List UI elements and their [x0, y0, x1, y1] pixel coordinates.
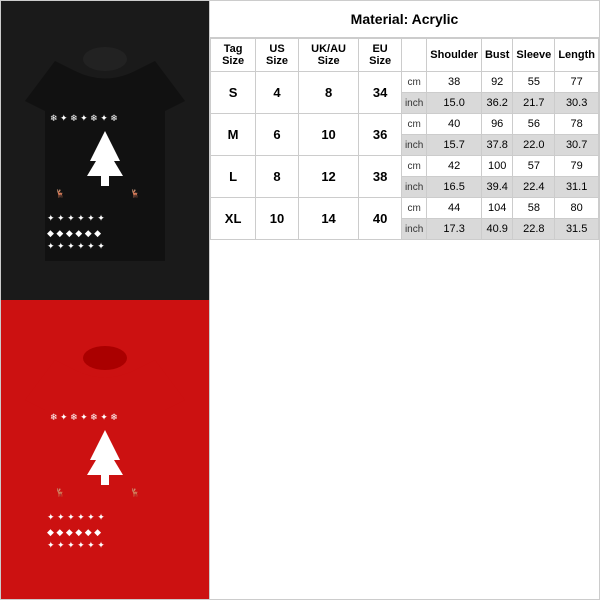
eu-size-cell: 40 — [359, 198, 402, 240]
svg-text:✦ ✦ ✦ ✦ ✦ ✦: ✦ ✦ ✦ ✦ ✦ ✦ — [47, 241, 105, 251]
us-size-cell: 4 — [256, 72, 299, 114]
svg-text:✦ ✦ ✦ ✦ ✦ ✦: ✦ ✦ ✦ ✦ ✦ ✦ — [47, 512, 105, 522]
svg-text:🦌: 🦌 — [130, 487, 140, 497]
inch-shoulder-cell: 17.3 — [427, 219, 482, 240]
cm-bust-cell: 96 — [481, 114, 512, 135]
col-bust: Bust — [481, 39, 512, 72]
table-header-row: Tag Size US Size UK/AU Size EU Size Shou… — [211, 39, 599, 72]
eu-size-cell: 36 — [359, 114, 402, 156]
unit-cm-cell: cm — [401, 198, 426, 219]
unit-inch-cell: inch — [401, 93, 426, 114]
inch-bust-cell: 39.4 — [481, 177, 512, 198]
inch-shoulder-cell: 15.0 — [427, 93, 482, 114]
unit-inch-cell: inch — [401, 135, 426, 156]
inch-sleeve-cell: 22.0 — [513, 135, 555, 156]
unit-inch-cell: inch — [401, 219, 426, 240]
cm-sleeve-cell: 56 — [513, 114, 555, 135]
ukau-size-cell: 12 — [298, 156, 358, 198]
cm-sleeve-cell: 55 — [513, 72, 555, 93]
unit-cm-cell: cm — [401, 114, 426, 135]
col-shoulder: Shoulder — [427, 39, 482, 72]
inch-bust-cell: 40.9 — [481, 219, 512, 240]
cm-shoulder-cell: 44 — [427, 198, 482, 219]
cm-length-cell: 80 — [555, 198, 599, 219]
red-sweater-image: ❄ ✦ ❄ ✦ ❄ ✦ ❄ 🦌 🦌 ✦ ✦ ✦ ✦ ✦ ✦ ◆ ◆ ◆ ◆ ◆ … — [1, 300, 209, 599]
col-us-size: US Size — [256, 39, 299, 72]
cm-bust-cell: 100 — [481, 156, 512, 177]
cm-shoulder-cell: 40 — [427, 114, 482, 135]
inch-bust-cell: 36.2 — [481, 93, 512, 114]
eu-size-cell: 34 — [359, 72, 402, 114]
right-panel: Material: Acrylic Tag Size US Size UK/AU… — [210, 0, 600, 600]
inch-sleeve-cell: 22.4 — [513, 177, 555, 198]
table-row: M61036cm40965678 — [211, 114, 599, 135]
cm-length-cell: 79 — [555, 156, 599, 177]
col-tag-size: Tag Size — [211, 39, 256, 72]
us-size-cell: 6 — [256, 114, 299, 156]
svg-text:🦌: 🦌 — [55, 487, 65, 497]
svg-text:✦ ✦ ✦ ✦ ✦ ✦: ✦ ✦ ✦ ✦ ✦ ✦ — [47, 213, 105, 223]
inch-length-cell: 31.5 — [555, 219, 599, 240]
black-sweater-image: ❄ ✦ ❄ ✦ ❄ ✦ ❄ 🦌 🦌 ✦ ✦ ✦ ✦ ✦ ✦ ◆ ◆ ◆ ◆ ◆ … — [1, 1, 209, 300]
inch-sleeve-cell: 21.7 — [513, 93, 555, 114]
us-size-cell: 10 — [256, 198, 299, 240]
unit-cm-cell: cm — [401, 72, 426, 93]
inch-bust-cell: 37.8 — [481, 135, 512, 156]
cm-length-cell: 78 — [555, 114, 599, 135]
inch-sleeve-cell: 22.8 — [513, 219, 555, 240]
unit-cm-cell: cm — [401, 156, 426, 177]
cm-shoulder-cell: 38 — [427, 72, 482, 93]
table-row: XL101440cm441045880 — [211, 198, 599, 219]
svg-text:◆ ◆ ◆ ◆ ◆ ◆: ◆ ◆ ◆ ◆ ◆ ◆ — [47, 228, 101, 238]
svg-text:✦ ✦ ✦ ✦ ✦ ✦: ✦ ✦ ✦ ✦ ✦ ✦ — [47, 540, 105, 550]
cm-bust-cell: 92 — [481, 72, 512, 93]
inch-shoulder-cell: 16.5 — [427, 177, 482, 198]
cm-shoulder-cell: 42 — [427, 156, 482, 177]
svg-text:🦌: 🦌 — [55, 188, 65, 198]
left-panel: ❄ ✦ ❄ ✦ ❄ ✦ ❄ 🦌 🦌 ✦ ✦ ✦ ✦ ✦ ✦ ◆ ◆ ◆ ◆ ◆ … — [0, 0, 210, 600]
unit-inch-cell: inch — [401, 177, 426, 198]
material-header: Material: Acrylic — [210, 1, 599, 38]
tag-size-cell: M — [211, 114, 256, 156]
inch-length-cell: 31.1 — [555, 177, 599, 198]
table-row: L81238cm421005779 — [211, 156, 599, 177]
tag-size-cell: XL — [211, 198, 256, 240]
col-unit — [401, 39, 426, 72]
col-eu-size: EU Size — [359, 39, 402, 72]
svg-text:🦌: 🦌 — [130, 188, 140, 198]
inch-length-cell: 30.7 — [555, 135, 599, 156]
cm-bust-cell: 104 — [481, 198, 512, 219]
cm-sleeve-cell: 58 — [513, 198, 555, 219]
tag-size-cell: L — [211, 156, 256, 198]
svg-text:❄ ✦ ❄ ✦ ❄ ✦ ❄: ❄ ✦ ❄ ✦ ❄ ✦ ❄ — [50, 113, 118, 123]
eu-size-cell: 38 — [359, 156, 402, 198]
us-size-cell: 8 — [256, 156, 299, 198]
inch-length-cell: 30.3 — [555, 93, 599, 114]
tag-size-cell: S — [211, 72, 256, 114]
cm-sleeve-cell: 57 — [513, 156, 555, 177]
inch-shoulder-cell: 15.7 — [427, 135, 482, 156]
ukau-size-cell: 8 — [298, 72, 358, 114]
col-ukau-size: UK/AU Size — [298, 39, 358, 72]
cm-length-cell: 77 — [555, 72, 599, 93]
col-length: Length — [555, 39, 599, 72]
svg-text:◆ ◆ ◆ ◆ ◆ ◆: ◆ ◆ ◆ ◆ ◆ ◆ — [47, 527, 101, 537]
col-sleeve: Sleeve — [513, 39, 555, 72]
table-row: S4834cm38925577 — [211, 72, 599, 93]
size-table: Tag Size US Size UK/AU Size EU Size Shou… — [210, 38, 599, 240]
ukau-size-cell: 14 — [298, 198, 358, 240]
ukau-size-cell: 10 — [298, 114, 358, 156]
svg-text:❄ ✦ ❄ ✦ ❄ ✦ ❄: ❄ ✦ ❄ ✦ ❄ ✦ ❄ — [50, 412, 118, 422]
